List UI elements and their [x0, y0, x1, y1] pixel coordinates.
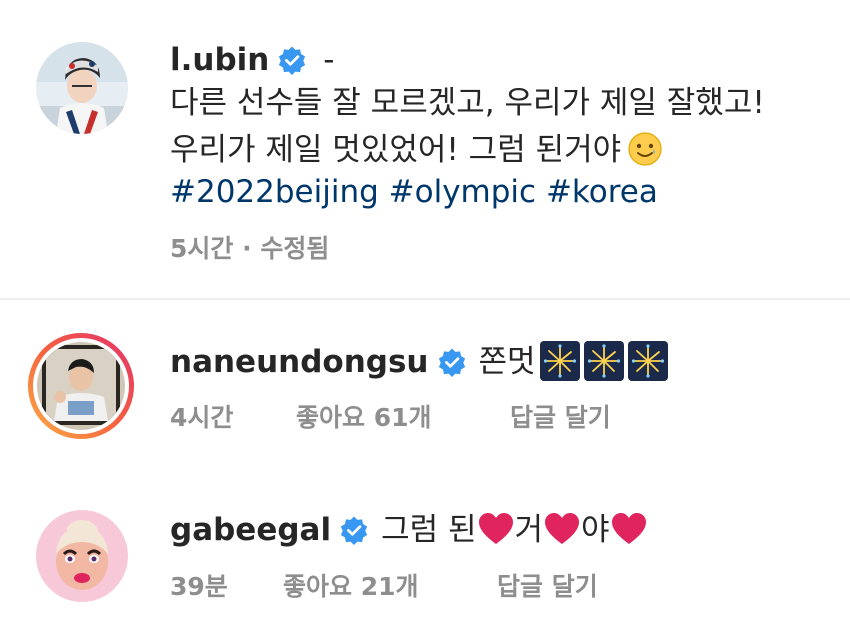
post-author-username[interactable]: l.ubin — [170, 42, 269, 78]
comment-likes[interactable]: 좋아요 61개 — [296, 401, 432, 435]
commenter-username[interactable]: naneundongsu — [170, 344, 429, 380]
post-author-avatar[interactable] — [36, 42, 128, 134]
post-time[interactable]: 5시간 — [170, 234, 233, 263]
comment-text: 쫀멋 — [478, 344, 536, 380]
comment-text: 거 — [514, 512, 544, 548]
post-edited-label: 수정됨 — [260, 234, 330, 263]
caption-line-2: 우리가 제일 멋있었어! 그럼 된거야 — [170, 132, 622, 168]
fireworks-icon — [539, 341, 580, 381]
smiling-face-with-tear-icon — [627, 131, 663, 167]
reply-button[interactable]: 답글 달기 — [497, 570, 598, 604]
comment-text: 야 — [581, 512, 610, 548]
commenter-avatar[interactable] — [36, 510, 128, 602]
verified-badge-icon — [277, 45, 307, 75]
post-title-dash: - — [313, 42, 335, 78]
comment-likes[interactable]: 좋아요 21개 — [283, 570, 419, 604]
reply-button[interactable]: 답글 달기 — [510, 401, 611, 435]
caption-line-1: 다른 선수들 잘 모르겠고, 우리가 제일 잘했고! — [170, 85, 765, 121]
red-heart-icon — [543, 511, 581, 547]
red-heart-icon — [477, 511, 515, 547]
verified-badge-icon — [437, 347, 467, 377]
commenter-avatar-story-ring[interactable] — [26, 331, 136, 441]
hashtag-link[interactable]: #olympic — [389, 174, 536, 210]
hashtag-link[interactable]: #2022beijing — [170, 174, 379, 210]
meta-separator: · — [242, 234, 252, 263]
fireworks-icon — [627, 341, 668, 381]
verified-badge-icon — [339, 515, 369, 545]
fireworks-icon — [583, 341, 624, 381]
commenter-username[interactable]: gabeegal — [170, 512, 331, 548]
hashtag-link[interactable]: #korea — [546, 174, 658, 210]
red-heart-icon — [610, 511, 648, 547]
post-caption: l.ubin - 다른 선수들 잘 모르겠고, 우리가 제일 잘했고! 우리가 … — [0, 0, 850, 300]
post-meta: 5시간 · 수정됨 — [170, 232, 329, 266]
comment-text: 그럼 된 — [381, 512, 477, 548]
comment-time[interactable]: 39분 — [170, 570, 228, 604]
comment-time[interactable]: 4시간 — [170, 401, 233, 435]
section-divider — [0, 298, 850, 300]
